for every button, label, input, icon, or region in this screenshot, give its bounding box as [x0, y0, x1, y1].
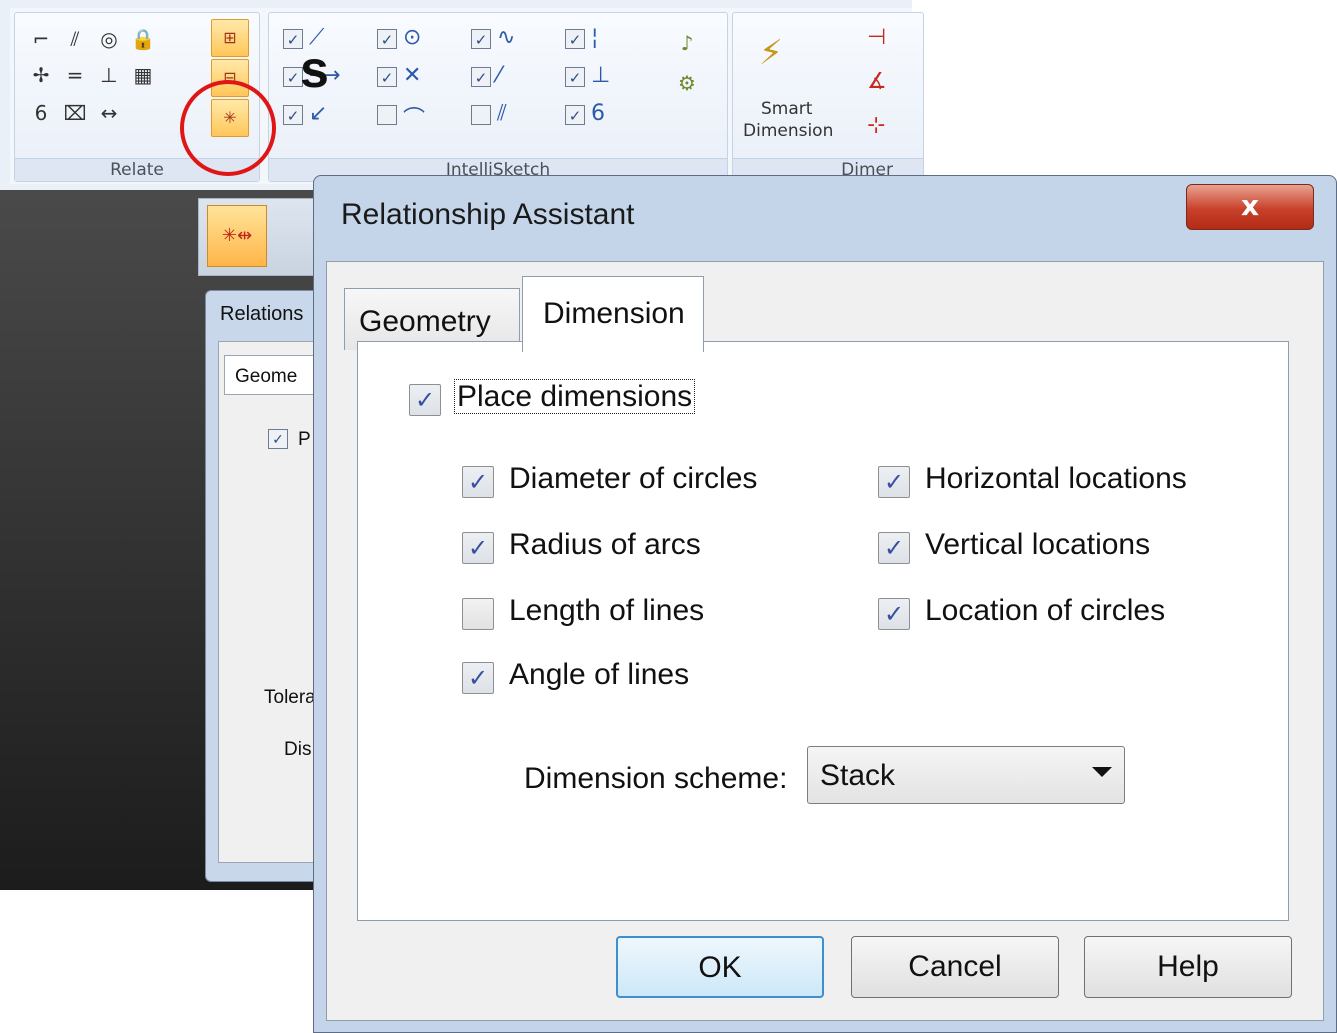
relationship-assistant-dialog: Relationship Assistant x Geometry Dimens…	[313, 175, 1337, 1033]
concentric-icon[interactable]: ◎	[97, 27, 121, 51]
angle-icon[interactable]: ∡	[867, 69, 887, 94]
parallel-indicator-icon: ⫽	[497, 101, 507, 126]
diameter-of-circles-label[interactable]: Diameter of circles	[509, 462, 757, 496]
relationship-handles-icon[interactable]: ⊞	[211, 19, 249, 57]
dimension-scheme-select[interactable]: Stack	[807, 746, 1125, 804]
intersect-icon[interactable]: ✢	[29, 63, 53, 87]
arc-checkbox-icon[interactable]: ✓	[377, 105, 397, 125]
dialog-title: Relationship Assistant	[341, 198, 635, 231]
dimension-group: ⚡ Smart Dimension ⊣ ∡ ⊹ Dimer	[732, 12, 924, 182]
intersection-icon: ✕	[403, 63, 422, 88]
perpendicular-checkbox-icon[interactable]: ✓	[565, 67, 585, 87]
intersection-checkbox-icon[interactable]: ✓	[377, 67, 397, 87]
tab-dimension[interactable]: Dimension	[522, 276, 704, 352]
silhouette-icon: ⁄	[497, 63, 501, 88]
length-of-lines-label[interactable]: Length of lines	[509, 594, 704, 628]
intellisketch-group: ✓ ⟋ ✓ ⊙ ✓ ∿ ✓ ¦ ✓ ⟶ ✓ ✕ ✓ ⁄ ✓ ⊥ ✓ ↙ ✓ ⌒ …	[268, 12, 728, 182]
ok-button[interactable]: OK	[616, 936, 824, 998]
mini-toolbar: ✳⇹	[198, 198, 320, 276]
cancel-button[interactable]: Cancel	[851, 936, 1059, 998]
dropdown-arrow-icon	[1092, 767, 1112, 777]
point-on-icon: ↙	[309, 101, 328, 126]
curve-checkbox-icon[interactable]: ✓	[471, 29, 491, 49]
horizontal-locations-label[interactable]: Horizontal locations	[925, 462, 1187, 496]
background-dialog-title: Relations	[220, 303, 304, 325]
collinear-icon[interactable]: ↔	[97, 101, 121, 125]
coordinate-icon[interactable]: ⊹	[867, 113, 885, 138]
background-checkbox-icon[interactable]: ✓	[268, 429, 288, 449]
diameter-of-circles-checkbox[interactable]: ✓	[462, 466, 494, 498]
help-button[interactable]: Help	[1084, 936, 1292, 998]
vertical-locations-label[interactable]: Vertical locations	[925, 528, 1150, 562]
length-of-lines-checkbox[interactable]: ✓	[462, 598, 494, 630]
ribbon: ⌐ ⫽ ◎ 🔒 ✢ = ⊥ ▦ 6 ⌧ ↔ ⊞ ⊟ ✳ Relate ✓ ⟋ ✓…	[0, 0, 924, 191]
slide-letter-1: s	[300, 41, 329, 99]
vertical-checkbox-icon[interactable]: ✓	[565, 29, 585, 49]
symmetric-icon[interactable]: ⌧	[63, 101, 87, 125]
perpendicular-icon[interactable]: ⊥	[97, 63, 121, 87]
smart-dimension-icon[interactable]: ⚡	[759, 33, 783, 73]
center-icon: ⊙	[403, 25, 422, 50]
highlight-circle	[180, 80, 276, 176]
tangent-icon[interactable]: 6	[29, 101, 53, 125]
parallel-icon[interactable]: ⫽	[63, 27, 87, 51]
location-of-circles-checkbox[interactable]: ✓	[878, 598, 910, 630]
point-on-checkbox-icon[interactable]: ✓	[283, 105, 303, 125]
vertical-icon: ¦	[591, 25, 599, 50]
radius-of-arcs-label[interactable]: Radius of arcs	[509, 528, 701, 562]
background-checkbox-label: P	[298, 429, 311, 450]
radius-of-arcs-checkbox[interactable]: ✓	[462, 532, 494, 564]
settings-icon[interactable]: ⚙	[675, 71, 699, 95]
vertical-locations-checkbox[interactable]: ✓	[878, 532, 910, 564]
close-button[interactable]: x	[1186, 184, 1314, 230]
location-of-circles-label[interactable]: Location of circles	[925, 594, 1165, 628]
smart-dimension-line1[interactable]: Smart	[761, 99, 812, 119]
close-icon: x	[1240, 189, 1260, 222]
relationship-assistant-large-icon[interactable]: ✳⇹	[207, 205, 267, 267]
place-dimensions-wrap: Place dimensions	[454, 379, 696, 414]
smart-dimension-line2[interactable]: Dimension	[743, 121, 833, 141]
lock-icon[interactable]: 🔒	[131, 27, 156, 51]
center-checkbox-icon[interactable]: ✓	[377, 29, 397, 49]
background-display-label: Dis	[284, 739, 312, 760]
connect-icon[interactable]: ⌐	[29, 27, 53, 51]
perpendicular-indicator-icon: ⊥	[591, 63, 611, 88]
place-dimensions-label[interactable]: Place dimensions	[454, 379, 696, 414]
angle-of-lines-checkbox[interactable]: ✓	[462, 662, 494, 694]
angle-of-lines-label[interactable]: Angle of lines	[509, 658, 689, 692]
parallel-checkbox-icon[interactable]: ✓	[471, 105, 491, 125]
distance-icon[interactable]: ⊣	[867, 25, 886, 50]
silhouette-checkbox-icon[interactable]: ✓	[471, 67, 491, 87]
place-dimensions-checkbox[interactable]: ✓	[409, 384, 441, 416]
dimension-panel: ✓ Place dimensions ✓ Diameter of circles…	[357, 341, 1289, 921]
tangent-indicator-icon: 6	[591, 101, 605, 126]
background-tolerance-label: Tolera	[264, 687, 316, 708]
curve-icon: ∿	[497, 25, 516, 50]
dimension-scheme-label: Dimension scheme:	[524, 762, 788, 795]
equal-icon[interactable]: =	[63, 63, 87, 87]
rigid-set-icon[interactable]: ▦	[131, 63, 155, 87]
horizontal-locations-checkbox[interactable]: ✓	[878, 466, 910, 498]
tangent-checkbox-icon[interactable]: ✓	[565, 105, 585, 125]
options-icon[interactable]: ♪	[675, 31, 699, 55]
arc-icon: ⌒	[403, 107, 426, 132]
dimension-scheme-value: Stack	[820, 759, 896, 792]
